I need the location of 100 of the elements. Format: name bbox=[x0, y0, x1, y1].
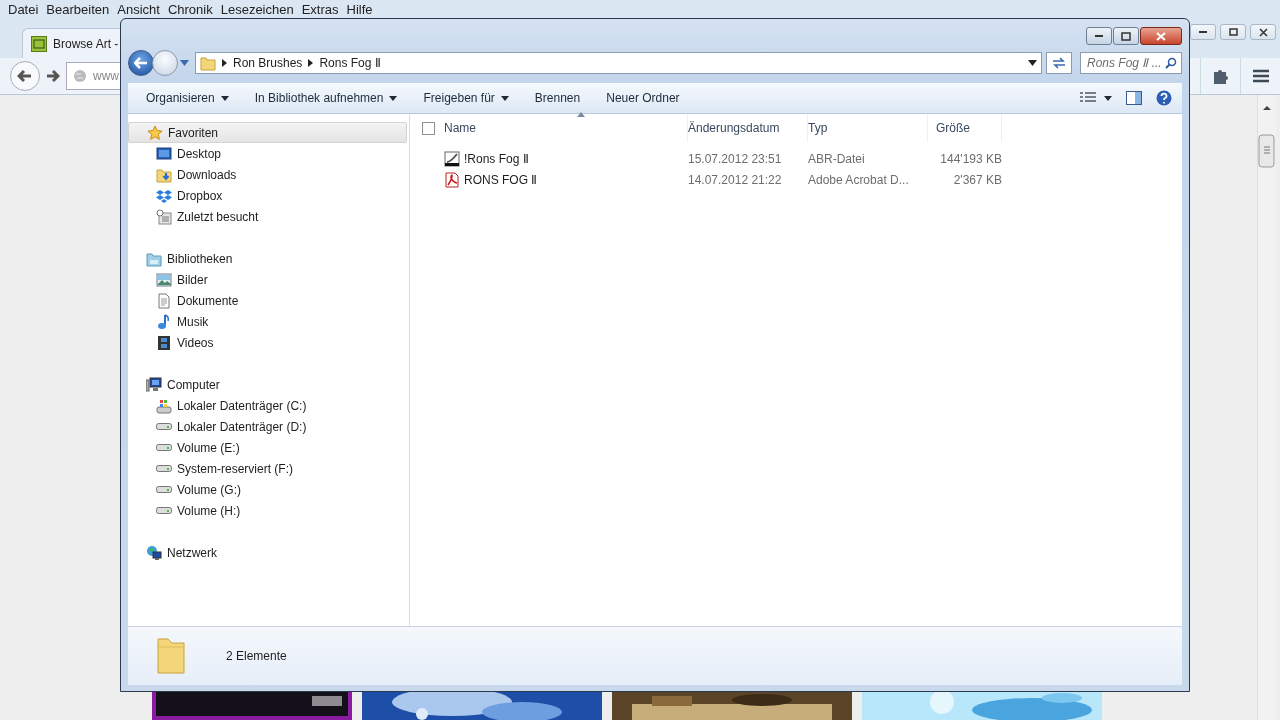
nav-item[interactable]: Bilder bbox=[128, 269, 409, 290]
search-field[interactable]: Rons Fog Ⅱ ... bbox=[1080, 52, 1182, 74]
column-header[interactable]: Name bbox=[444, 114, 688, 142]
search-icon bbox=[1165, 57, 1177, 69]
nav-item[interactable]: Downloads bbox=[128, 164, 409, 185]
preview-pane-button[interactable] bbox=[1126, 91, 1142, 105]
nav-item[interactable]: Dokumente bbox=[128, 290, 409, 311]
menu-item[interactable]: Chronik bbox=[163, 1, 217, 17]
nav-item[interactable]: Desktop bbox=[128, 143, 409, 164]
preview-pane-icon bbox=[1126, 91, 1142, 105]
browser-tab[interactable]: Browse Art - bbox=[22, 28, 120, 58]
chevron-icon bbox=[222, 59, 227, 67]
breadcrumb-item[interactable]: Ron Brushes bbox=[233, 56, 303, 70]
globe-icon bbox=[73, 69, 87, 83]
view-options-button[interactable] bbox=[1080, 92, 1112, 104]
hard-drive-icon bbox=[156, 423, 172, 430]
close-icon bbox=[1156, 31, 1166, 41]
nav-item[interactable]: Videos bbox=[128, 332, 409, 353]
table-cell-text: Adobe Acrobat D... bbox=[808, 172, 910, 187]
nav-item[interactable]: System-reserviert (F:) bbox=[128, 458, 409, 479]
history-dropdown[interactable] bbox=[178, 60, 191, 66]
nav-item[interactable]: Zuletzt besucht bbox=[128, 206, 409, 227]
forward-button[interactable] bbox=[46, 69, 60, 83]
maximize-button[interactable] bbox=[1113, 27, 1139, 45]
menu-item[interactable]: Extras bbox=[297, 1, 343, 17]
star-icon bbox=[147, 124, 163, 141]
caret-icon bbox=[180, 60, 189, 66]
desktop-icon bbox=[156, 145, 172, 162]
minimize-button[interactable] bbox=[1086, 27, 1112, 45]
hard-drive-icon bbox=[156, 444, 172, 451]
nav-group[interactable]: Netzwerk bbox=[128, 542, 409, 563]
folder-icon bbox=[156, 637, 186, 675]
back-button[interactable] bbox=[10, 61, 40, 91]
nav-item[interactable]: Musik bbox=[128, 311, 409, 332]
back-button[interactable] bbox=[128, 50, 154, 76]
menu-item[interactable]: Bearbeiten bbox=[42, 1, 114, 17]
nav-item[interactable]: Volume (G:) bbox=[128, 479, 409, 500]
nav-item[interactable]: Lokaler Datenträger (C:) bbox=[128, 395, 409, 416]
dropbox-icon bbox=[156, 187, 172, 204]
caret-icon bbox=[1028, 60, 1037, 66]
pdf-file-icon bbox=[444, 171, 460, 188]
chevron-icon bbox=[308, 59, 314, 67]
menu-item[interactable]: Lesezeichen bbox=[216, 1, 298, 17]
music-note-icon bbox=[156, 313, 172, 330]
minimize-button[interactable] bbox=[1190, 24, 1216, 40]
minimize-icon bbox=[1095, 35, 1103, 37]
menu-item[interactable]: Hilfe bbox=[342, 1, 377, 17]
table-cell-text: ABR-Datei bbox=[808, 151, 866, 166]
menu-item[interactable]: Datei bbox=[4, 1, 43, 17]
windows-drive-icon bbox=[156, 397, 172, 414]
hard-drive-icon bbox=[156, 486, 172, 493]
breadcrumb-item[interactable]: Rons Fog Ⅱ bbox=[319, 56, 381, 70]
scrollbar[interactable] bbox=[1257, 95, 1276, 720]
maximize-button[interactable] bbox=[1220, 24, 1246, 40]
close-icon bbox=[1258, 27, 1268, 37]
nav-group[interactable]: Favoriten bbox=[128, 122, 407, 143]
nav-item[interactable]: Volume (H:) bbox=[128, 500, 409, 521]
toolbar-button[interactable]: Organisieren bbox=[138, 87, 237, 109]
help-button[interactable] bbox=[1156, 90, 1172, 106]
maximize-icon bbox=[1121, 31, 1131, 41]
film-strip-icon bbox=[156, 334, 172, 351]
column-header[interactable]: Änderungsdatum bbox=[688, 114, 808, 142]
table-cell-text: 144'193 KB bbox=[939, 151, 1002, 166]
nav-group[interactable]: Computer bbox=[128, 374, 409, 395]
table-cell-text: 15.07.2012 23:51 bbox=[688, 151, 783, 166]
table-cell-text: 2'367 KB bbox=[952, 172, 1002, 187]
column-header[interactable]: Größe bbox=[928, 114, 1002, 142]
nav-item[interactable]: Lokaler Datenträger (D:) bbox=[128, 416, 409, 437]
back-arrow-icon bbox=[134, 57, 148, 69]
file-name[interactable]: RONS FOG Ⅱ bbox=[464, 172, 538, 187]
address-bar[interactable]: Ron Brushes Rons Fog Ⅱ bbox=[195, 52, 1042, 74]
brush-file-icon bbox=[444, 150, 460, 167]
hard-drive-icon bbox=[156, 465, 172, 472]
hard-drive-icon bbox=[156, 507, 172, 514]
close-button[interactable] bbox=[1140, 27, 1182, 45]
nav-item[interactable]: Dropbox bbox=[128, 185, 409, 206]
toolbar-button[interactable]: Brennen bbox=[526, 87, 589, 109]
recent-places-icon bbox=[156, 208, 172, 225]
toolbar-button[interactable]: Neuer Ordner bbox=[598, 87, 688, 109]
file-name[interactable]: !Rons Fog Ⅱ bbox=[464, 151, 529, 166]
nav-group[interactable]: Bibliotheken bbox=[128, 248, 409, 269]
select-all-checkbox[interactable] bbox=[422, 121, 435, 135]
toolbar-button[interactable]: Freigeben für bbox=[415, 87, 517, 109]
refresh-button[interactable] bbox=[1046, 52, 1072, 74]
minimize-icon bbox=[1199, 31, 1207, 33]
item-count: 2 Elemente bbox=[226, 649, 287, 663]
computer-icon bbox=[146, 376, 162, 393]
nav-item[interactable]: Volume (E:) bbox=[128, 437, 409, 458]
menu-item[interactable]: Ansicht bbox=[113, 1, 164, 17]
forward-arrow-icon bbox=[46, 69, 60, 83]
details-view-icon bbox=[1080, 92, 1096, 104]
column-header[interactable]: Typ bbox=[808, 114, 928, 142]
library-folder-icon bbox=[146, 250, 162, 267]
close-button[interactable] bbox=[1250, 24, 1276, 40]
folder-icon bbox=[200, 55, 216, 71]
refresh-icon bbox=[1051, 56, 1067, 70]
back-arrow-icon bbox=[17, 69, 33, 83]
toolbar-button[interactable]: In Bibliothek aufnehmen bbox=[246, 87, 406, 109]
folder-download-icon bbox=[156, 166, 172, 183]
table-cell-text: 14.07.2012 21:22 bbox=[688, 172, 783, 187]
